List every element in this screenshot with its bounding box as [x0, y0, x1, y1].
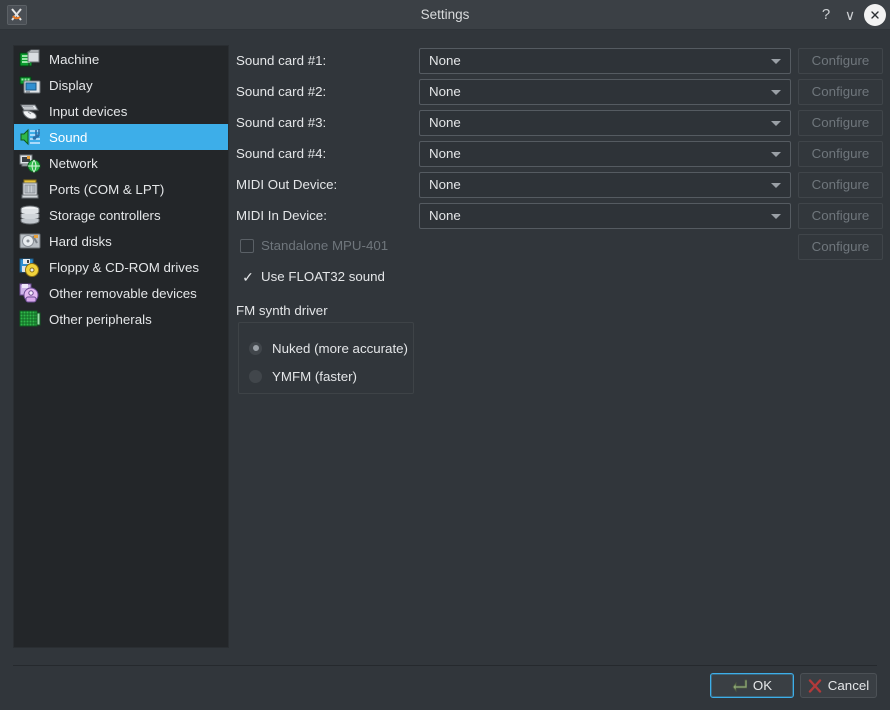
chevron-down-icon[interactable]: ∨ — [839, 4, 861, 26]
chevron-down-icon — [771, 90, 781, 95]
storage-stack-icon — [18, 204, 42, 226]
checkbox-box-icon — [240, 239, 254, 253]
sound-card-4-value: None — [429, 146, 461, 161]
fm-synth-driver-title: FM synth driver — [236, 303, 328, 318]
midi-out-configure-button[interactable]: Configure — [798, 172, 883, 198]
checkmark-icon: ✓ — [242, 269, 254, 285]
sound-card-2-select[interactable]: None — [419, 79, 791, 105]
sound-settings-panel: Sound card #1: None Configure Sound card… — [236, 45, 884, 645]
float32-label: Use FLOAT32 sound — [261, 269, 385, 284]
sidebar-item-label: Other removable devices — [49, 285, 197, 301]
sidebar-item-other-peripherals[interactable]: Other peripherals — [14, 306, 228, 332]
close-icon[interactable] — [864, 4, 886, 26]
enter-arrow-icon — [732, 679, 747, 692]
removable-device-icon — [18, 282, 42, 304]
help-button[interactable]: ? — [815, 4, 837, 26]
sound-card-2-configure-button[interactable]: Configure — [798, 79, 883, 105]
mpu401-configure-button[interactable]: Configure — [798, 234, 883, 260]
radio-nuked[interactable]: Nuked (more accurate) — [249, 337, 408, 359]
radio-nuked-label: Nuked (more accurate) — [272, 340, 408, 356]
settings-dialog: Settings ? ∨ Machine Display Input devic… — [0, 0, 890, 710]
midi-in-configure-button[interactable]: Configure — [798, 203, 883, 229]
mpu401-row: Standalone MPU-401 Configure — [236, 234, 884, 260]
radio-selected-icon — [249, 341, 262, 355]
machine-chip-icon — [18, 48, 42, 70]
sidebar-item-display[interactable]: Display — [14, 72, 228, 98]
cancel-button-label: Cancel — [827, 678, 870, 693]
chevron-down-icon — [771, 121, 781, 126]
midi-in-label: MIDI In Device: — [236, 208, 327, 223]
chevron-down-icon — [771, 183, 781, 188]
footer-separator — [13, 665, 877, 666]
sidebar-item-hard-disks[interactable]: Hard disks — [14, 228, 228, 254]
midi-in-value: None — [429, 208, 461, 223]
ok-button-label: OK — [752, 678, 773, 693]
sidebar-item-sound[interactable]: Sound — [14, 124, 228, 150]
settings-category-list[interactable]: Machine Display Input devices Sound Netw… — [13, 45, 229, 648]
sound-card-3-configure-button[interactable]: Configure — [798, 110, 883, 136]
sidebar-item-input-devices[interactable]: Input devices — [14, 98, 228, 124]
mpu401-label: Standalone MPU-401 — [261, 238, 389, 253]
sound-card-2-label: Sound card #2: — [236, 84, 327, 99]
chevron-down-icon — [771, 152, 781, 157]
radio-ymfm-label: YMFM (faster) — [272, 368, 357, 384]
radio-ymfm[interactable]: YMFM (faster) — [249, 365, 357, 387]
fm-synth-driver-group: Nuked (more accurate) YMFM (faster) — [238, 322, 414, 394]
sidebar-item-ports[interactable]: Ports (COM & LPT) — [14, 176, 228, 202]
cancel-button[interactable]: Cancel — [800, 673, 877, 698]
sidebar-item-label: Other peripherals — [49, 311, 152, 327]
midi-out-row: MIDI Out Device: None Configure — [236, 172, 884, 198]
titlebar: Settings ? ∨ — [0, 0, 890, 30]
sidebar-item-floppy-cdrom[interactable]: Floppy & CD-ROM drives — [14, 254, 228, 280]
sidebar-item-label: Sound — [49, 129, 88, 145]
sound-card-4-select[interactable]: None — [419, 141, 791, 167]
sidebar-item-machine[interactable]: Machine — [14, 46, 228, 72]
sound-card-3-value: None — [429, 115, 461, 130]
speaker-notes-icon — [18, 126, 42, 148]
radio-unselected-icon — [249, 369, 262, 383]
sidebar-item-label: Machine — [49, 51, 100, 67]
hard-disk-icon — [18, 230, 42, 252]
sound-card-1-configure-button[interactable]: Configure — [798, 48, 883, 74]
keyboard-mouse-icon — [18, 100, 42, 122]
sound-card-4-configure-button[interactable]: Configure — [798, 141, 883, 167]
serial-port-icon — [18, 178, 42, 200]
sound-card-4-label: Sound card #4: — [236, 146, 327, 161]
midi-out-select[interactable]: None — [419, 172, 791, 198]
window-title: Settings — [420, 7, 470, 22]
sidebar-item-label: Floppy & CD-ROM drives — [49, 259, 199, 275]
sound-card-3-row: Sound card #3: None Configure — [236, 110, 884, 136]
chevron-down-icon — [771, 59, 781, 64]
monitor-icon — [18, 74, 42, 96]
sidebar-item-label: Network — [49, 155, 98, 171]
sidebar-item-label: Hard disks — [49, 233, 112, 249]
floppy-cdrom-icon — [18, 256, 42, 278]
red-x-icon — [808, 678, 821, 693]
sidebar-item-other-removable[interactable]: Other removable devices — [14, 280, 228, 306]
ok-button[interactable]: OK — [710, 673, 794, 698]
sound-card-3-label: Sound card #3: — [236, 115, 327, 130]
sound-card-1-select[interactable]: None — [419, 48, 791, 74]
sound-card-3-select[interactable]: None — [419, 110, 791, 136]
midi-out-value: None — [429, 177, 461, 192]
sound-card-1-label: Sound card #1: — [236, 53, 327, 68]
sound-card-2-value: None — [429, 84, 461, 99]
sidebar-item-network[interactable]: Network — [14, 150, 228, 176]
chevron-down-icon — [771, 214, 781, 219]
midi-in-row: MIDI In Device: None Configure — [236, 203, 884, 229]
midi-out-label: MIDI Out Device: — [236, 177, 338, 192]
sound-card-1-value: None — [429, 53, 461, 68]
sidebar-item-label: Ports (COM & LPT) — [49, 181, 165, 197]
sidebar-item-label: Display — [49, 77, 93, 93]
sound-card-4-row: Sound card #4: None Configure — [236, 141, 884, 167]
sidebar-item-storage-controllers[interactable]: Storage controllers — [14, 202, 228, 228]
midi-in-select[interactable]: None — [419, 203, 791, 229]
sidebar-item-label: Storage controllers — [49, 207, 161, 223]
sidebar-item-label: Input devices — [49, 103, 128, 119]
peripherals-grid-icon — [18, 308, 42, 330]
network-globe-icon — [18, 152, 42, 174]
sound-card-1-row: Sound card #1: None Configure — [236, 48, 884, 74]
sound-card-2-row: Sound card #2: None Configure — [236, 79, 884, 105]
